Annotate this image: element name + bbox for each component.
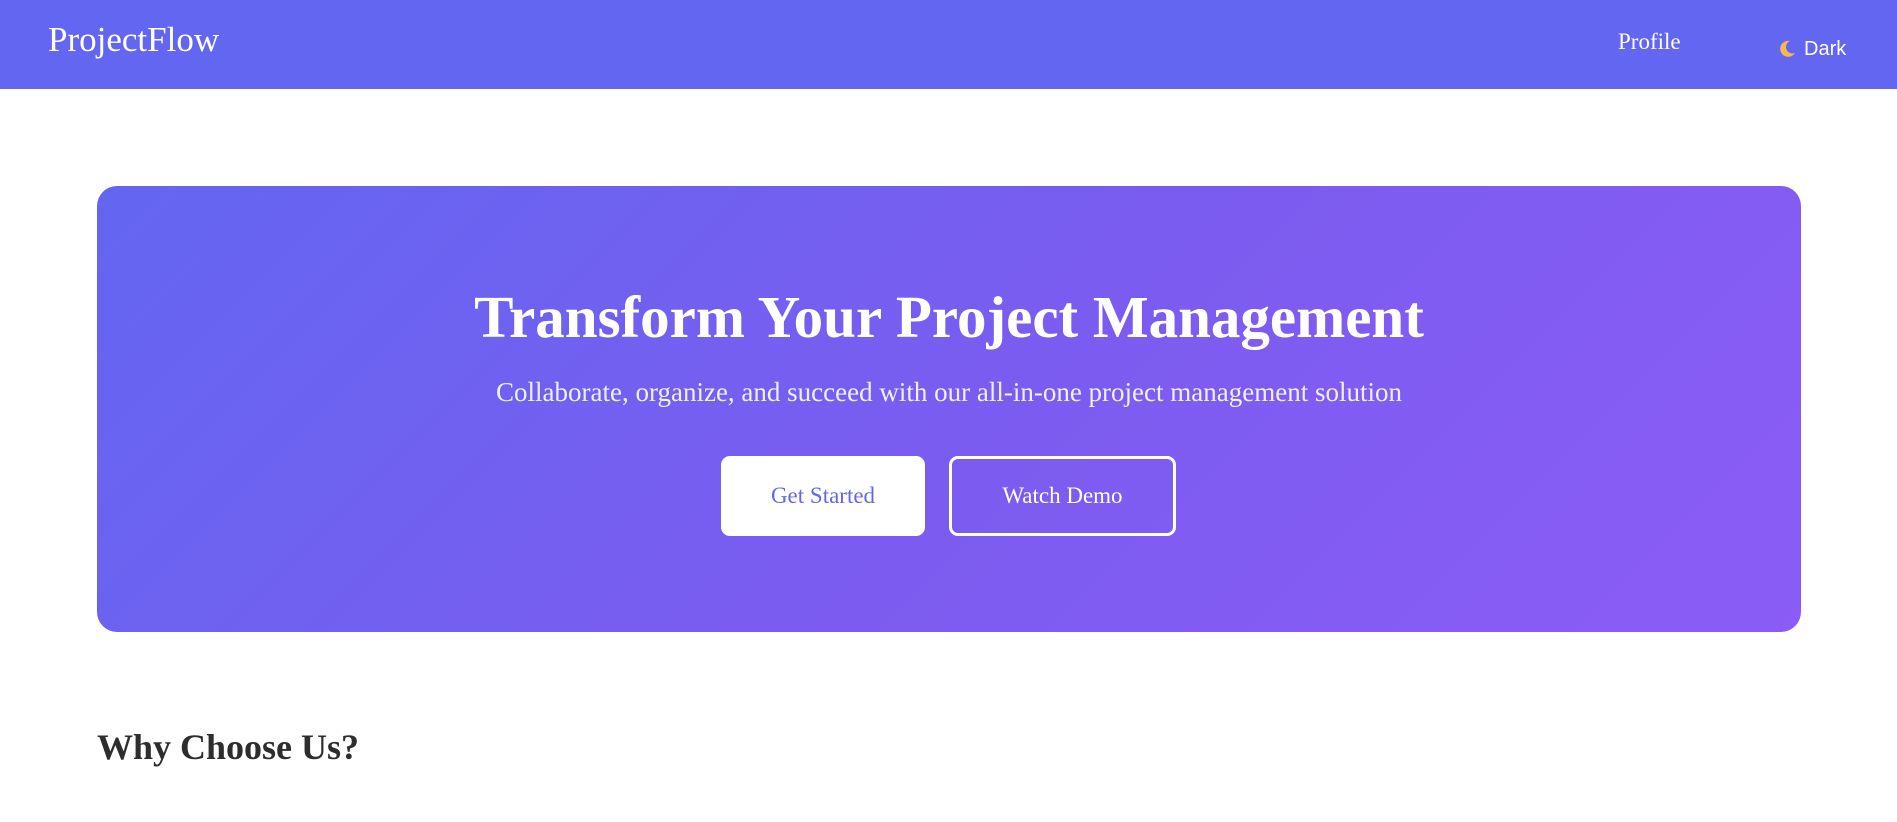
theme-toggle-label: Dark xyxy=(1804,38,1847,60)
hero-subtitle: Collaborate, organize, and succeed with … xyxy=(496,377,1402,407)
nav-profile-link[interactable]: Profile xyxy=(1618,30,1681,53)
hero-banner: Transform Your Project Management Collab… xyxy=(97,186,1801,632)
watch-demo-button[interactable]: Watch Demo xyxy=(949,456,1176,536)
hero-title: Transform Your Project Management xyxy=(474,284,1424,350)
crescent-moon-icon xyxy=(1776,38,1798,60)
brand-logo[interactable]: ProjectFlow xyxy=(48,22,219,57)
theme-toggle-button[interactable]: Dark xyxy=(1776,38,1846,60)
get-started-button[interactable]: Get Started xyxy=(721,456,925,536)
features-section-title: Why Choose Us? xyxy=(97,727,360,767)
top-navbar: ProjectFlow Profile Dark xyxy=(0,0,1897,89)
